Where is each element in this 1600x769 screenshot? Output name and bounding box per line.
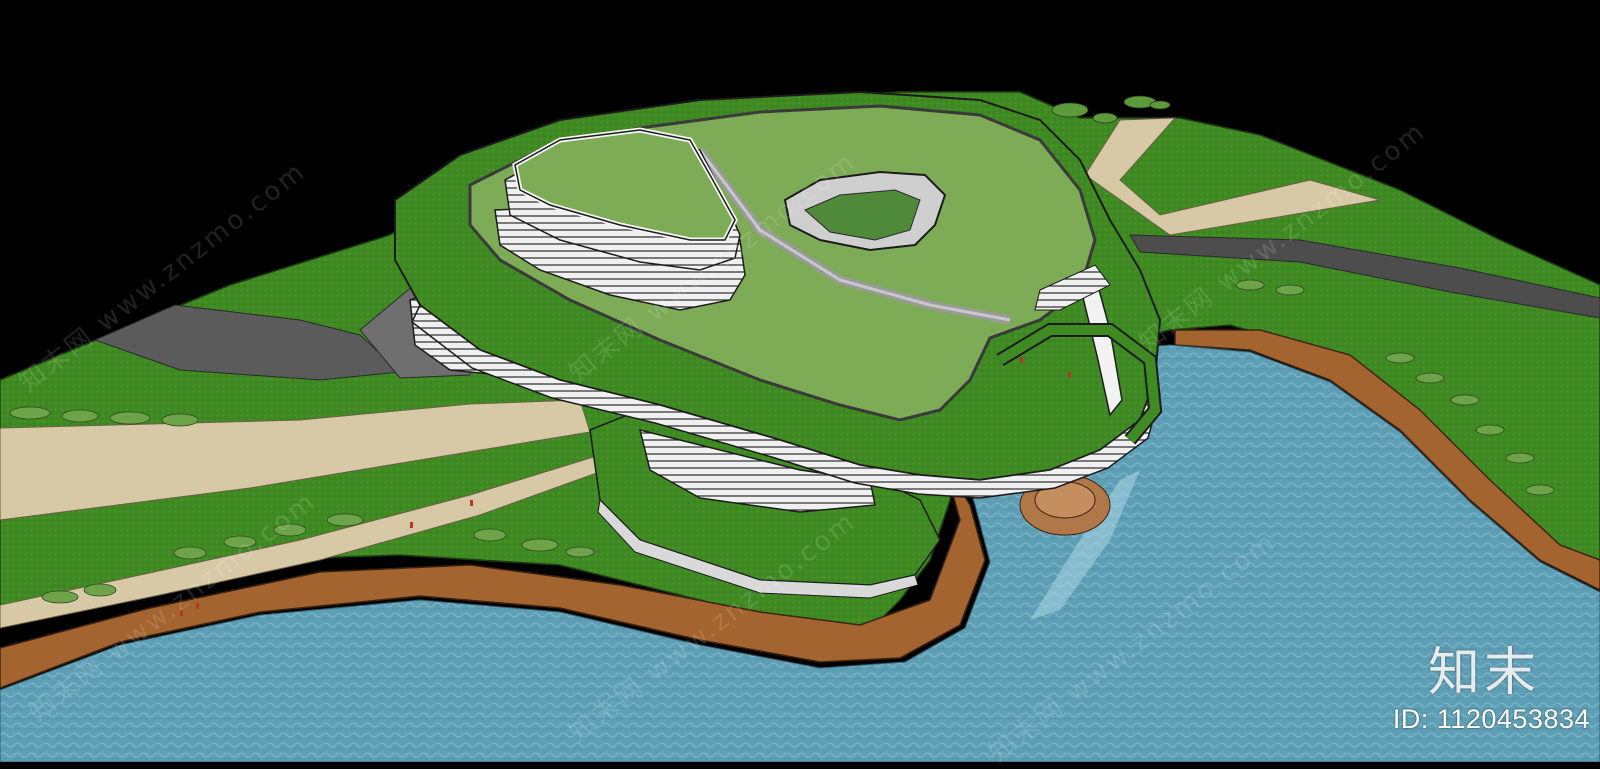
architectural-rendering (0, 0, 1600, 762)
watermark-id: ID: 1120453834 (1392, 704, 1590, 734)
watermark-logo: 知末 (1427, 643, 1540, 703)
